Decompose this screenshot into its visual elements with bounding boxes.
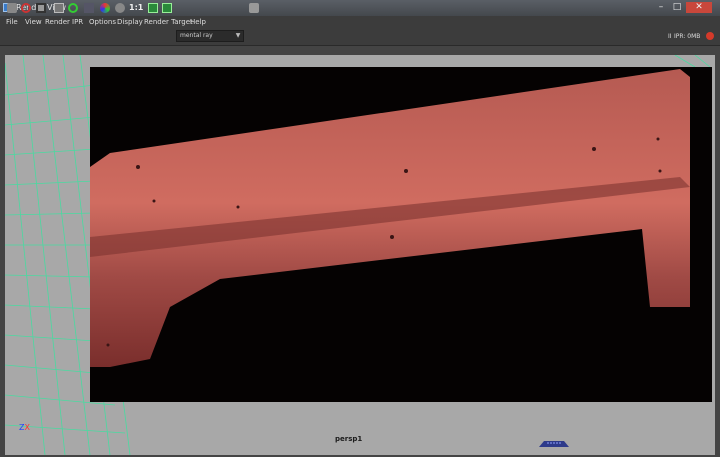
pause-ipr-button[interactable]: II (668, 33, 672, 40)
maximize-button[interactable]: □ (670, 2, 684, 13)
alpha-channel-icon[interactable] (115, 3, 125, 13)
axis-indicator: ZX (19, 423, 30, 432)
menu-options[interactable]: Options (89, 18, 116, 26)
menu-help[interactable]: Help (190, 18, 206, 26)
rendered-part (90, 69, 690, 367)
toolbar (0, 28, 720, 46)
menu-render-target[interactable]: Render Target (144, 18, 193, 26)
real-size-icon[interactable]: 1:1 (129, 3, 143, 13)
menu-file[interactable]: File (6, 18, 18, 26)
menu-ipr[interactable]: IPR (72, 18, 83, 26)
redo-render-icon[interactable] (21, 3, 31, 13)
color-channels-icon[interactable] (100, 3, 110, 13)
render-settings-icon[interactable] (249, 3, 259, 13)
ipr-memory-status: IPR: 0MB (674, 33, 701, 40)
menu-view[interactable]: View (25, 18, 42, 26)
keep-image-icon[interactable] (148, 3, 158, 13)
chevron-down-icon: ▼ (235, 32, 241, 39)
refresh-icon[interactable] (68, 3, 78, 13)
camera-label: persp1 (335, 435, 363, 443)
close-button[interactable]: ✕ (686, 2, 712, 13)
renderer-dropdown[interactable]: mental ray ▼ (176, 30, 244, 42)
ipr-tuning-icon[interactable] (84, 3, 94, 13)
remove-image-icon[interactable] (162, 3, 172, 13)
render-region-icon[interactable] (36, 3, 46, 13)
menu-render[interactable]: Render (45, 18, 70, 26)
record-icon[interactable] (706, 32, 714, 40)
minimize-button[interactable]: – (654, 2, 668, 13)
renderer-value: mental ray (180, 32, 213, 39)
menu-display[interactable]: Display (117, 18, 143, 26)
axis-x-label: X (24, 423, 30, 432)
menu-bar: File View Render IPR Options Display Ren… (0, 16, 720, 28)
timeline-handle[interactable] (539, 439, 569, 447)
render-frame-icon[interactable] (7, 3, 17, 13)
render-image (90, 67, 712, 402)
render-viewport[interactable]: ZX persp1 (5, 55, 715, 455)
snapshot-icon[interactable] (54, 3, 64, 13)
